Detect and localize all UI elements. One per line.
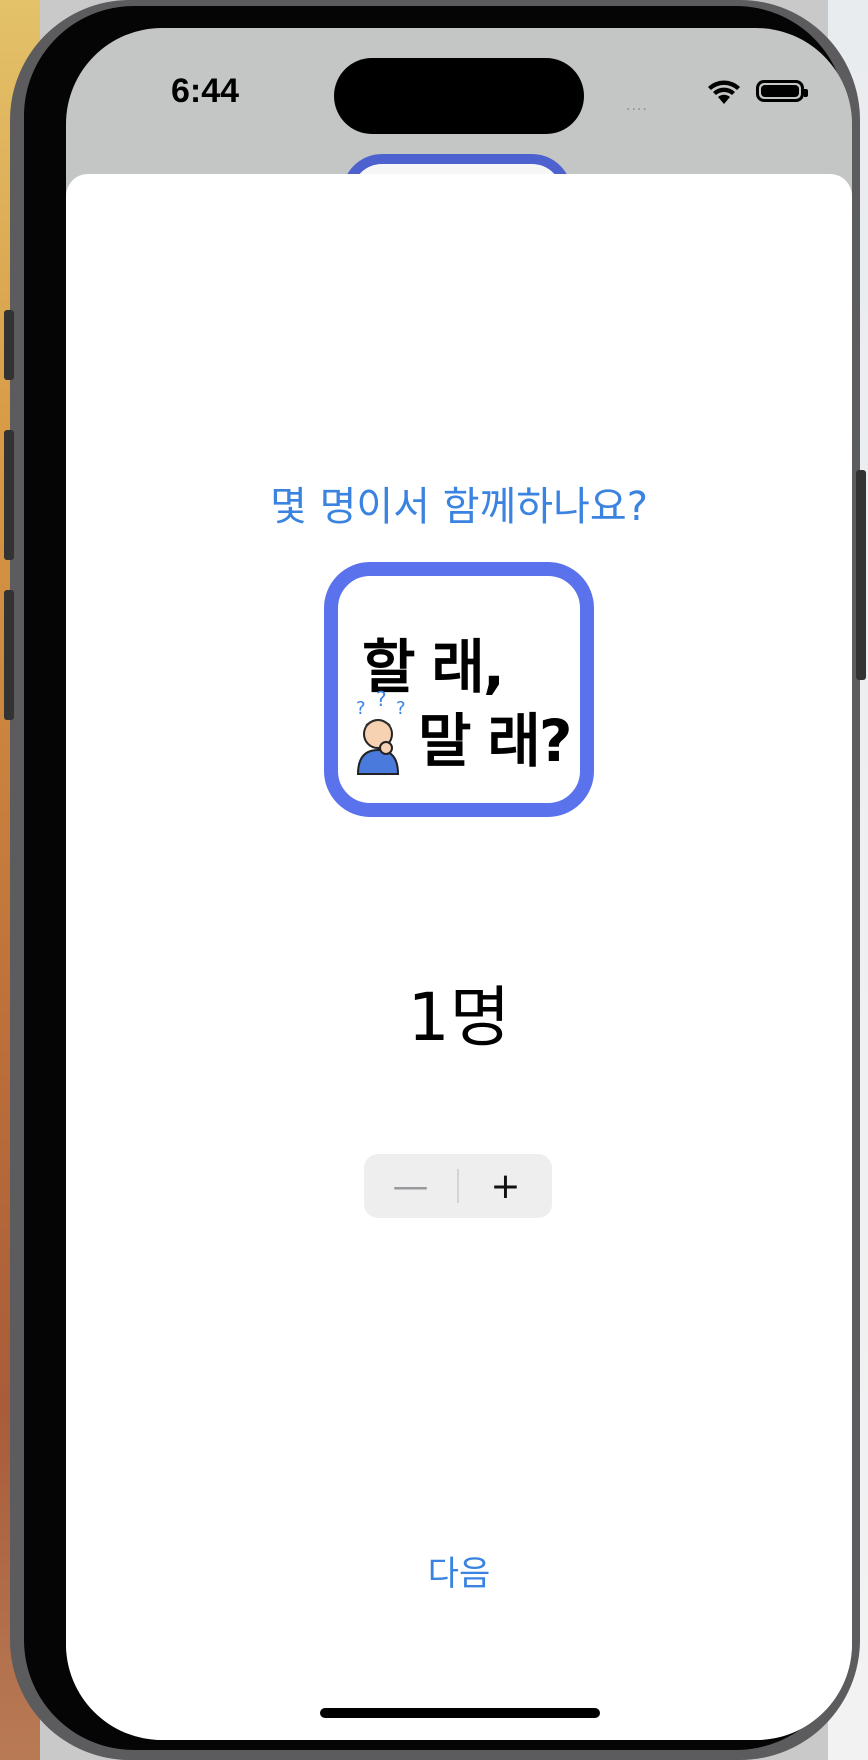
power-button (856, 470, 866, 680)
home-indicator[interactable] (320, 1708, 600, 1718)
cellular-signal-icon: .... (626, 98, 648, 114)
phone-bezel: 6:44 .... 몇 명이서 함께하나요? 할 래, ? ? ? 말 래? 1… (24, 6, 852, 1750)
player-count-value: 1명 (407, 979, 511, 1056)
increment-button[interactable]: + (459, 1154, 552, 1218)
action-button (4, 310, 14, 380)
wifi-icon (708, 80, 740, 104)
volume-up-button (4, 430, 14, 560)
battery-icon (756, 80, 808, 102)
svg-text:?: ? (356, 698, 366, 719)
svg-text:?: ? (376, 690, 387, 711)
player-count-question: 몇 명이서 함께하나요? (270, 484, 648, 530)
phone-frame: 6:44 .... 몇 명이서 함께하나요? 할 래, ? ? ? 말 래? 1… (4, 0, 866, 1760)
app-logo: 할 래, ? ? ? 말 래? (324, 562, 594, 817)
dynamic-island (334, 58, 584, 134)
svg-text:?: ? (396, 698, 406, 719)
phone-screen: 6:44 .... 몇 명이서 함께하나요? 할 래, ? ? ? 말 래? 1… (66, 28, 852, 1740)
status-icons: .... (626, 76, 826, 116)
modal-sheet: 몇 명이서 함께하나요? 할 래, ? ? ? 말 래? 1명 — + 다음 (66, 174, 852, 1740)
logo-text-line2: 말 래? (418, 707, 573, 775)
volume-down-button (4, 590, 14, 720)
thinking-person-icon: ? ? ? (356, 690, 406, 775)
player-count-stepper[interactable]: — + (364, 1154, 552, 1218)
status-time: 6:44 (171, 72, 240, 110)
next-button[interactable]: 다음 (66, 1546, 852, 1595)
decrement-button[interactable]: — (364, 1154, 457, 1218)
